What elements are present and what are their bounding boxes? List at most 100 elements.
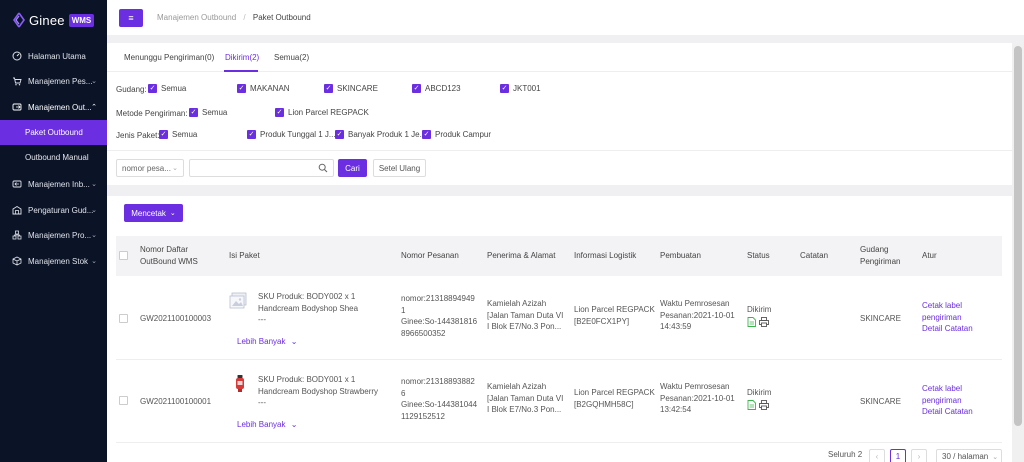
checkbox-method-lion-parcel[interactable]: ✓ Lion Parcel REGPACK — [275, 108, 369, 117]
time-value: Pesanan:2021-10-01 — [660, 393, 735, 403]
document-icon[interactable] — [747, 316, 756, 327]
order-line: 1129152512 — [401, 411, 445, 421]
checkbox-type-all[interactable]: ✓ Semua — [159, 130, 197, 139]
table-panel: Mencetak ⌄ Nomor Daftar OutBound WMS Isi … — [107, 196, 1012, 462]
page-size-value: 30 / halaman — [942, 452, 989, 461]
tab-shipped[interactable]: Dikirim(2) — [225, 53, 259, 62]
checkbox-type-single[interactable]: ✓ Produk Tunggal 1 J... — [247, 130, 336, 139]
checkbox-label: Banyak Produk 1 Je... — [348, 130, 427, 139]
sku-line: SKU Produk: BODY002 x 1 — [258, 292, 356, 301]
check-icon: ✓ — [324, 84, 333, 93]
header-label: Gudang — [860, 245, 889, 254]
tab-all[interactable]: Semua(2) — [274, 53, 309, 62]
time-label: Waktu Pemrosesan — [660, 382, 730, 391]
notes-link[interactable]: Catatan — [945, 324, 973, 333]
status-actions — [747, 399, 771, 410]
menu-toggle-button[interactable]: ≡ — [119, 8, 143, 27]
print-button[interactable]: Mencetak ⌄ — [124, 204, 183, 222]
order-line: 6 — [401, 388, 406, 398]
warehouse-cell: SKINCARE — [860, 314, 901, 323]
next-page-button[interactable]: › — [911, 449, 927, 462]
recipient-name: Kamielah Azizah — [487, 382, 547, 391]
search-field-select[interactable]: nomor pesa... ⌄ — [116, 159, 184, 177]
sidebar-item-products[interactable]: Manajemen Pro... ⌄ — [0, 222, 107, 248]
product-name: Handcream Bodyshop Strawberry — [258, 386, 379, 396]
breadcrumb-parent[interactable]: Manajemen Outbound — [157, 13, 236, 22]
status-actions — [747, 316, 771, 327]
checkbox-warehouse-jkt001[interactable]: ✓ JKT001 — [500, 84, 541, 93]
header-recipient: Penerima & Alamat — [487, 251, 556, 260]
sidebar-item-orders[interactable]: Manajemen Pes... ⌄ — [0, 68, 107, 94]
page-scrollbar[interactable] — [1012, 43, 1024, 462]
show-more-link[interactable]: Lebih Banyak ⌄ — [237, 419, 297, 431]
outbound-icon — [12, 102, 22, 112]
recipient-name: Kamielah Azizah — [487, 299, 547, 308]
check-icon: ✓ — [159, 130, 168, 139]
time-value: 14:43:59 — [660, 322, 692, 331]
header-list-no: Nomor Daftar OutBound WMS — [140, 244, 198, 268]
row-checkbox[interactable] — [119, 314, 128, 323]
package-content: SKU Produk: BODY002 x 1 Handcream Bodysh… — [258, 291, 358, 326]
chevron-up-icon: ⌃ — [91, 104, 97, 111]
stock-icon — [12, 256, 22, 266]
print-label-link[interactable]: Cetak label pengiriman — [922, 300, 973, 323]
sidebar-item-label: Halaman Utama — [28, 51, 86, 61]
filter-panel: Menunggu Pengiriman(0) Dikirim(2) Semua(… — [107, 43, 1012, 185]
checkbox-warehouse-skincare[interactable]: ✓ SKINCARE — [324, 84, 378, 93]
table-header: Nomor Daftar OutBound WMS Isi Paket Nomor… — [116, 236, 1002, 276]
check-icon: ✓ — [422, 130, 431, 139]
document-icon[interactable] — [747, 399, 756, 410]
scrollbar-thumb[interactable] — [1014, 46, 1022, 426]
logo[interactable]: Ginee WMS — [0, 0, 107, 40]
total-count: Seluruh 2 — [828, 450, 863, 459]
created-time: Waktu Pemrosesan Pesanan:2021-10-01 14:4… — [660, 298, 735, 333]
header-notes: Catatan — [800, 251, 829, 260]
sku-line: SKU Produk: BODY001 x 1 — [258, 375, 356, 384]
printer-icon[interactable] — [759, 399, 769, 410]
checkbox-warehouse-all[interactable]: ✓ Semua — [148, 84, 186, 93]
checkbox-type-multi[interactable]: ✓ Banyak Produk 1 Je... — [335, 130, 426, 139]
tab-waiting[interactable]: Menunggu Pengiriman(0) — [124, 53, 214, 62]
select-all-checkbox[interactable] — [119, 251, 128, 260]
print-label-link[interactable]: Cetak label pengiriman — [922, 383, 973, 406]
search-button[interactable]: Cari — [338, 159, 367, 177]
prev-page-button[interactable]: ‹ — [869, 449, 885, 462]
reset-button[interactable]: Setel Ulang — [373, 159, 426, 177]
search-input[interactable] — [189, 159, 334, 177]
show-more-link[interactable]: Lebih Banyak ⌄ — [237, 336, 297, 348]
sidebar-subitem-outbound-manual[interactable]: Outbound Manual — [0, 145, 107, 170]
tab-bar: Menunggu Pengiriman(0) Dikirim(2) Semua(… — [107, 43, 1012, 72]
logistics-info: Lion Parcel REGPACK [B2E0FCX1PY] — [574, 304, 655, 327]
dashboard-icon — [12, 51, 22, 61]
page-size-select[interactable]: 30 / halaman ⌄ — [936, 449, 1002, 462]
checkbox-type-mixed[interactable]: ✓ Produk Campur — [422, 130, 491, 139]
page-button-current[interactable]: 1 — [890, 449, 906, 462]
checkbox-warehouse-abcd123[interactable]: ✓ ABCD123 — [412, 84, 461, 93]
sidebar-item-warehouse[interactable]: Pengaturan Gud... ⌄ — [0, 197, 107, 223]
order-number: nomor:21318893882 6 Ginee:So-144381044 1… — [401, 376, 477, 422]
sidebar-item-stock[interactable]: Manajemen Stok ⌄ — [0, 248, 107, 274]
list-no: GW2021100100003 — [140, 314, 212, 323]
printer-icon[interactable] — [759, 316, 769, 327]
checkbox-method-all[interactable]: ✓ Semua — [189, 108, 227, 117]
sidebar-subitem-paket-outbound[interactable]: Paket Outbound — [0, 120, 107, 145]
cart-icon — [12, 76, 22, 86]
breadcrumb: Manajemen Outbound / Paket Outbound — [157, 13, 311, 22]
notes-link[interactable]: Catatan — [945, 407, 973, 416]
detail-link[interactable]: Detail — [922, 407, 942, 416]
checkbox-label: JKT001 — [513, 84, 541, 93]
recipient-address: Kamielah Azizah [Jalan Taman Duta VI I B… — [487, 381, 563, 416]
order-line: 8966500352 — [401, 328, 446, 338]
row-checkbox[interactable] — [119, 396, 128, 405]
sidebar-item-outbound[interactable]: Manajemen Out... ⌃ — [0, 94, 107, 120]
checkbox-warehouse-makanan[interactable]: ✓ MAKANAN — [237, 84, 290, 93]
sidebar-item-inbound[interactable]: Manajemen Inb... ⌄ — [0, 171, 107, 197]
sidebar-item-home[interactable]: Halaman Utama — [0, 43, 107, 69]
checkbox-label: Semua — [202, 108, 228, 117]
chevron-down-icon: ⌄ — [992, 453, 999, 461]
chevron-down-icon: ⌄ — [91, 207, 97, 214]
status-cell: Dikirim — [747, 304, 771, 327]
product-image-icon — [236, 375, 244, 392]
detail-link[interactable]: Detail — [922, 324, 942, 333]
breadcrumb-separator: / — [243, 13, 246, 22]
